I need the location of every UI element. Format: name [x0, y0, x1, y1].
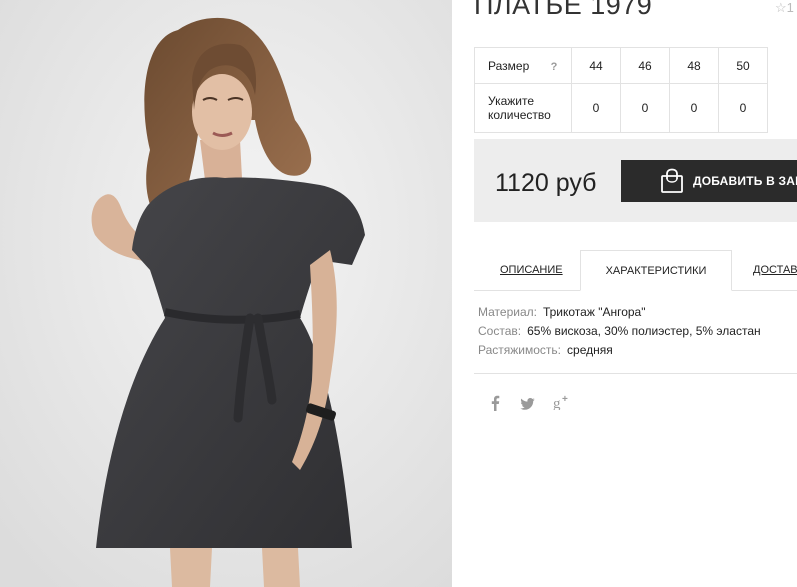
- size-help-icon[interactable]: ?: [551, 61, 558, 73]
- svg-text:g: g: [553, 396, 561, 410]
- product-tabs: ОПИСАНИЕ ХАРАКТЕРИСТИКИ ДОСТАВКА: [474, 250, 797, 291]
- quantity-label: Укажите количество: [488, 94, 551, 122]
- size-cell: 44: [571, 47, 621, 84]
- spec-key: Состав:: [478, 324, 522, 338]
- product-title: ПЛАТЬЕ 1979: [474, 0, 653, 20]
- add-to-order-label: ДОБАВИТЬ В ЗАКАЗ: [693, 174, 797, 188]
- size-cell: 48: [669, 47, 719, 84]
- face: [192, 74, 252, 150]
- spec-value: Трикотаж "Ангора": [542, 305, 646, 319]
- tab-description[interactable]: ОПИСАНИЕ: [500, 250, 563, 290]
- quantity-input-46[interactable]: [623, 100, 667, 116]
- spec-row: Материал: Трикотаж "Ангора": [478, 304, 761, 323]
- tab-delivery[interactable]: ДОСТАВКА: [753, 250, 797, 290]
- size-header-cell: Размер ?: [474, 47, 572, 84]
- spec-row: Состав: 65% вискоза, 30% полиэстер, 5% эл…: [478, 323, 761, 342]
- price-box: 1120 руб ДОБАВИТЬ В ЗАКАЗ: [474, 139, 797, 222]
- star-icon[interactable]: ☆1: [775, 0, 794, 16]
- add-to-order-button[interactable]: ДОБАВИТЬ В ЗАКАЗ: [621, 160, 797, 202]
- quantity-input-44[interactable]: [574, 100, 618, 116]
- size-label: Размер: [488, 58, 530, 73]
- tab-characteristics[interactable]: ХАРАКТЕРИСТИКИ: [580, 250, 732, 291]
- spec-row: Растяжимость: средняя: [478, 342, 761, 361]
- divider: [474, 373, 797, 374]
- quantity-header-cell: Укажите количество: [474, 83, 572, 133]
- google-plus-icon[interactable]: g +: [553, 394, 571, 415]
- quantity-input-50[interactable]: [721, 100, 765, 116]
- size-row: Размер ? 44 46 48 50: [474, 47, 768, 84]
- size-cell: 46: [620, 47, 670, 84]
- size-cell: 50: [718, 47, 768, 84]
- price: 1120 руб: [495, 169, 597, 197]
- spec-value: средняя: [567, 343, 613, 357]
- shopping-bag-icon: [659, 168, 685, 199]
- svg-text:+: +: [562, 394, 568, 405]
- spec-value: 65% вискоза, 30% полиэстер, 5% эластан: [527, 324, 761, 338]
- quantity-row: Укажите количество: [474, 83, 768, 133]
- facebook-icon[interactable]: [490, 395, 500, 416]
- size-quantity-table: Размер ? 44 46 48 50 Укажите количество: [474, 47, 768, 133]
- spec-key: Растяжимость:: [478, 343, 562, 357]
- spec-key: Материал:: [478, 305, 537, 319]
- product-photo[interactable]: [0, 0, 452, 587]
- twitter-icon[interactable]: [520, 397, 535, 415]
- quantity-input-48[interactable]: [672, 100, 716, 116]
- characteristics-list: Материал: Трикотаж "Ангора" Состав: 65% ви…: [478, 304, 761, 361]
